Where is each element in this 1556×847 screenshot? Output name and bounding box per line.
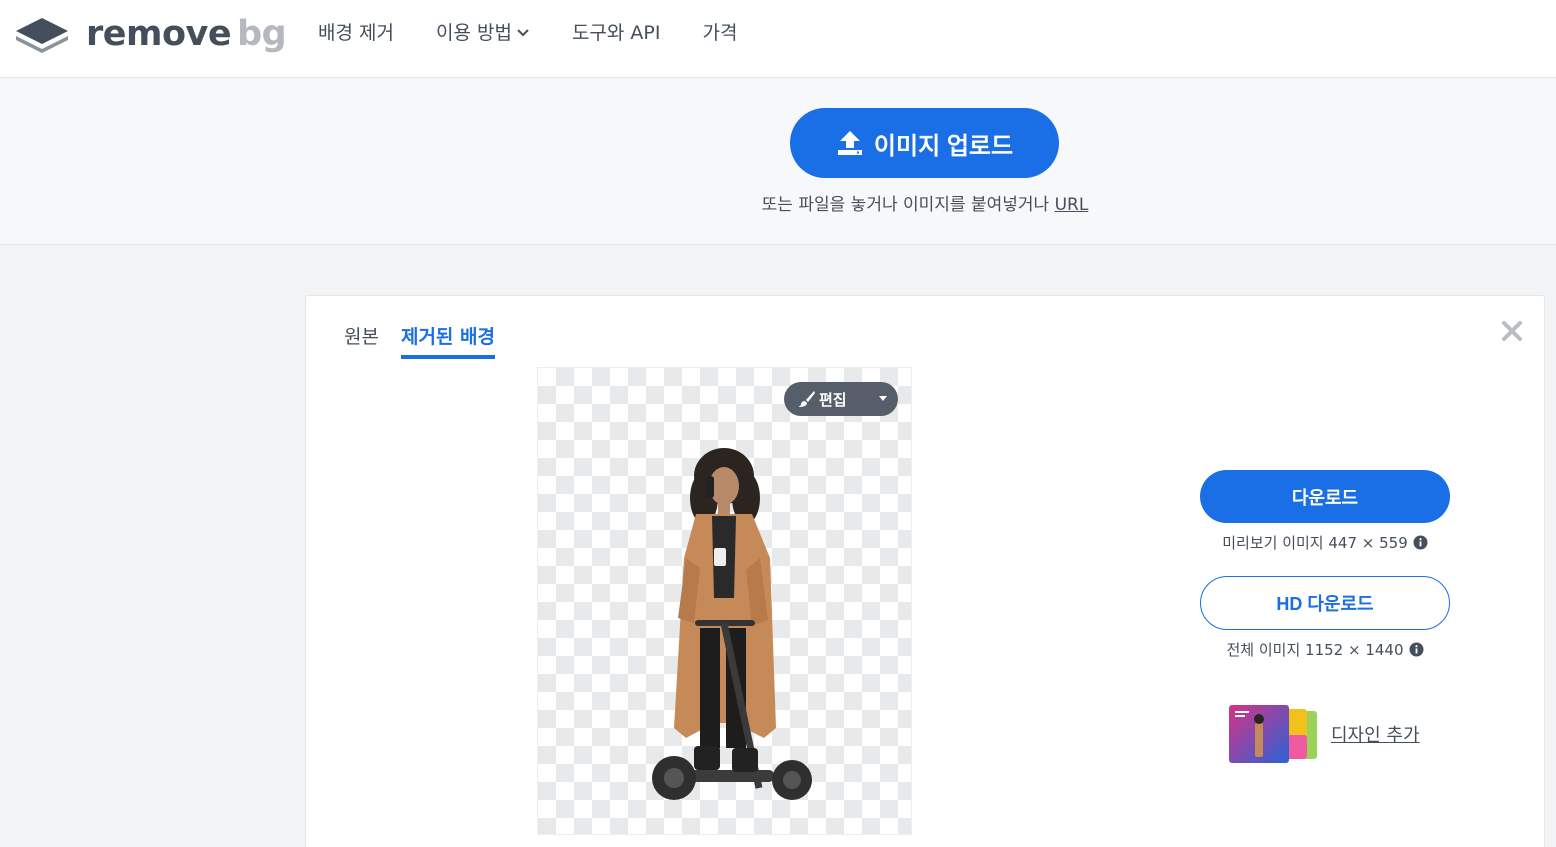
transparent-preview: 편집 [537,367,912,835]
brand-logo[interactable]: remove bg [14,12,287,56]
upload-image-label: 이미지 업로드 [873,132,1014,160]
download-button[interactable]: 다운로드 [1200,470,1450,523]
brand-wordmark: remove bg [86,14,287,54]
upload-hint-text: 또는 파일을 놓거나 이미지를 붙여넣거나 [761,195,1055,215]
nav-how-to-use-label: 이용 방법 [435,22,512,44]
preview-size-text: 미리보기 이미지 447 × 559 [1222,534,1408,552]
full-size-text: 전체 이미지 1152 × 1440 [1226,641,1404,659]
upload-section: 이미지 업로드 또는 파일을 놓거나 이미지를 붙여넣거나 URL [0,79,1556,245]
hd-download-button[interactable]: HD 다운로드 [1200,576,1450,630]
upload-icon [837,131,862,155]
nav-remove-background[interactable]: 배경 제거 [318,18,394,45]
result-tabs: 원본 제거된 배경 [344,322,495,359]
caret-down-icon[interactable] [878,395,888,403]
full-size-info: 전체 이미지 1152 × 1440 [1200,639,1450,660]
top-header: remove bg 배경 제거 이용 방법 도구와 API 가격 [0,0,1556,78]
edit-label: 편집 [819,390,847,409]
design-templates-thumbnail [1229,705,1317,763]
nav-how-to-use[interactable]: 이용 방법 [436,18,530,45]
upload-hint: 또는 파일을 놓거나 이미지를 붙여넣거나 URL [0,190,1556,215]
brush-icon [799,391,815,407]
info-icon[interactable] [1413,535,1428,550]
tab-removed-background[interactable]: 제거된 배경 [400,322,495,359]
info-icon[interactable] [1409,642,1424,657]
layers-logo-icon [16,18,68,53]
download-panel: 다운로드 미리보기 이미지 447 × 559 HD 다운로드 전체 이미지 1… [1200,470,1450,660]
main-nav: 배경 제거 이용 방법 도구와 API 가격 [318,18,737,45]
person-on-scooter-image [652,448,812,800]
edit-button[interactable]: 편집 [784,382,898,416]
nav-tools-api[interactable]: 도구와 API [572,18,661,45]
close-icon[interactable] [1499,318,1525,344]
chevron-down-icon [517,28,529,36]
upload-image-button[interactable]: 이미지 업로드 [790,108,1059,178]
tab-original[interactable]: 원본 [344,322,379,359]
preview-size-info: 미리보기 이미지 447 × 559 [1200,532,1450,553]
result-card: 원본 제거된 배경 편집 다운로드 미리보기 이미지 447 × 559 HD … [305,295,1545,847]
add-design[interactable]: 디자인 추가 [1229,705,1420,763]
nav-pricing[interactable]: 가격 [702,18,737,45]
url-link[interactable]: URL [1055,195,1089,215]
add-design-link[interactable]: 디자인 추가 [1331,721,1420,747]
